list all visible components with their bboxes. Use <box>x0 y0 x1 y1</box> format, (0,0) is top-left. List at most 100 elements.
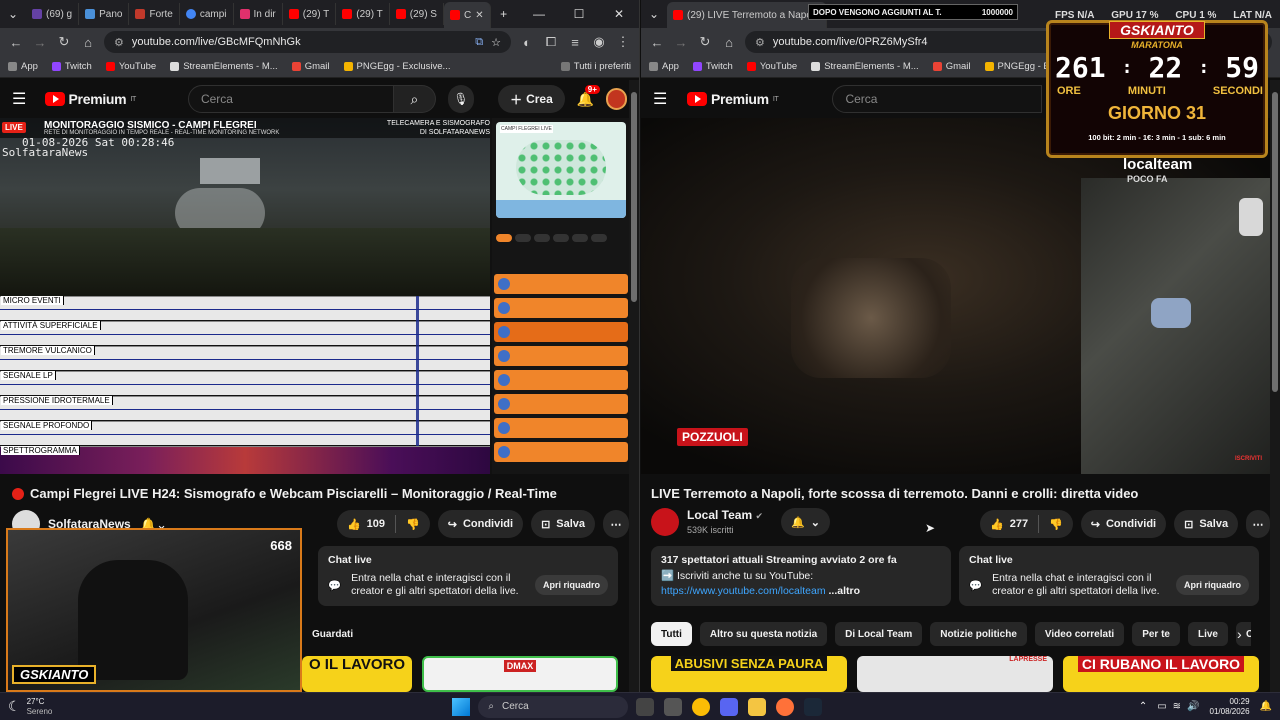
filter-chip[interactable] <box>515 234 531 242</box>
chevron-up-icon[interactable]: ⌃ <box>1139 701 1147 712</box>
new-tab-button[interactable]: + <box>491 0 517 28</box>
tab-6[interactable]: (29) T <box>336 3 390 25</box>
bookmark-twitch[interactable]: Twitch <box>692 61 733 72</box>
thumbs-down-icon[interactable]: 👎 <box>1049 518 1063 531</box>
chrome-icon[interactable] <box>692 697 711 716</box>
bookmark-youtube[interactable]: YouTube <box>105 61 156 72</box>
home-icon[interactable]: ⌂ <box>721 35 737 50</box>
weather-widget[interactable]: 27°C Sereno <box>27 697 53 717</box>
forward-icon[interactable]: → <box>32 35 48 50</box>
search-input[interactable]: Cerca <box>832 85 1043 113</box>
extension-icon[interactable]: ◐ <box>519 35 535 50</box>
bookmark-streamelements[interactable]: StreamElements - M... <box>811 61 919 72</box>
avatar[interactable] <box>606 88 627 110</box>
related-thumbnail[interactable]: CI RUBANO IL LAVORO <box>1063 656 1259 692</box>
chip-politics[interactable]: Notizie politiche <box>930 622 1027 646</box>
file-explorer-icon[interactable] <box>748 697 767 716</box>
clock[interactable]: 00:29 01/08/2026 <box>1210 697 1250 717</box>
video-player[interactable]: POZZUOLI localteam POCO FA ISCRIVITI <box>641 118 1270 474</box>
share-button[interactable]: ↪ Condividi <box>437 510 524 538</box>
reload-icon[interactable]: ↻ <box>56 34 72 50</box>
chip-live[interactable]: Live <box>1187 622 1228 646</box>
site-info-icon[interactable]: ⚙ <box>755 36 765 49</box>
search-button[interactable]: ⌕ <box>393 85 436 113</box>
menu-icon[interactable]: ⋮ <box>615 34 631 50</box>
tab-7[interactable]: (29) S <box>390 3 444 25</box>
scrollbar-thumb[interactable] <box>631 92 637 302</box>
back-icon[interactable]: ← <box>649 35 665 50</box>
subscribed-button[interactable]: 🔔 ⌄ <box>781 508 830 536</box>
tab-5[interactable]: (29) T <box>283 3 337 25</box>
steam-icon[interactable] <box>804 697 823 716</box>
notification-center-icon[interactable]: 🔔 <box>1260 701 1272 712</box>
wifi-icon[interactable]: ≋ <box>1173 701 1181 712</box>
firefox-icon[interactable] <box>776 697 795 716</box>
bookmark-all-favorites[interactable]: Tutti i preferiti <box>560 61 631 72</box>
show-more-link[interactable]: ...altro <box>829 585 861 597</box>
related-thumbnail[interactable]: O IL LAVORO <box>302 656 412 692</box>
voice-search-button[interactable]: 🎙 <box>447 85 475 113</box>
youtube-logo[interactable]: Premium IT <box>687 91 779 107</box>
chip-related[interactable]: Video correlati <box>1034 622 1125 646</box>
reload-icon[interactable]: ↻ <box>697 34 713 50</box>
create-button[interactable]: ＋ Crea <box>498 85 565 113</box>
forward-icon[interactable]: → <box>673 35 689 50</box>
task-view-icon[interactable] <box>636 697 655 716</box>
media-icon[interactable]: ≡ <box>567 35 583 50</box>
tab-3[interactable]: campi <box>180 3 234 25</box>
bookmark-twitch[interactable]: Twitch <box>51 61 92 72</box>
bookmark-gmail[interactable]: Gmail <box>932 61 971 72</box>
bookmark-pngegg[interactable]: PNGEgg - Exclusive... <box>343 61 450 72</box>
thumbs-down-icon[interactable]: 👎 <box>406 518 420 531</box>
page-scrollbar[interactable] <box>1270 80 1280 692</box>
volume-icon[interactable]: 🔊 <box>1187 701 1199 712</box>
close-icon[interactable]: ✕ <box>475 10 483 21</box>
tab-4[interactable]: In dir <box>234 3 283 25</box>
chip-all[interactable]: Tutti <box>651 622 692 646</box>
related-thumbnail[interactable]: DMAX <box>422 656 618 692</box>
bookmark-youtube[interactable]: YouTube <box>746 61 797 72</box>
like-button[interactable]: 👍 109 👎 <box>336 510 430 538</box>
description-card[interactable]: 317 spettatori attuali Streaming avviato… <box>651 546 951 606</box>
tab-2[interactable]: Forte <box>129 3 180 25</box>
youtube-logo[interactable]: Premium IT <box>44 91 136 107</box>
hamburger-menu-icon[interactable]: ☰ <box>12 89 33 109</box>
maximize-button[interactable]: ☐ <box>559 0 599 28</box>
bookmark-app[interactable]: App <box>649 61 679 72</box>
search-input[interactable]: Cerca <box>187 85 394 113</box>
bookmark-star-icon[interactable]: ☆ <box>491 36 501 49</box>
chevron-right-icon[interactable]: › <box>1237 626 1242 642</box>
tab-0[interactable]: (69) g <box>26 3 80 25</box>
tab-1[interactable]: Pano <box>79 3 130 25</box>
chip-channel[interactable]: Di Local Team <box>835 622 923 646</box>
save-button[interactable]: ⊡ Salva <box>531 510 596 538</box>
chip-watched[interactable]: Guardati <box>302 622 363 646</box>
bookmark-gmail[interactable]: Gmail <box>291 61 330 72</box>
tab-8-active[interactable]: C ✕ <box>443 2 491 28</box>
more-actions-button[interactable]: ⋯ <box>1246 510 1270 538</box>
chip-for-you[interactable]: Per te <box>1132 622 1180 646</box>
taskbar-search[interactable]: ⌕ Cerca <box>478 695 629 718</box>
site-info-icon[interactable]: ⚙ <box>114 36 124 49</box>
related-thumbnail[interactable]: ABUSIVI SENZA PAURA <box>651 656 847 692</box>
profile-icon[interactable]: ◉ <box>591 34 607 50</box>
filter-chip[interactable] <box>534 234 550 242</box>
back-icon[interactable]: ← <box>8 35 24 50</box>
like-button[interactable]: 👍 277 👎 <box>980 510 1073 538</box>
tab-search-button[interactable]: ⌄ <box>641 0 667 28</box>
bookmark-streamelements[interactable]: StreamElements - M... <box>170 61 278 72</box>
filter-chip[interactable] <box>572 234 588 242</box>
description-link[interactable]: https://www.youtube.com/localteam <box>661 585 826 597</box>
minimize-button[interactable]: — <box>519 0 559 28</box>
tab-search-button[interactable]: ⌄ <box>0 0 26 28</box>
tab-active[interactable]: (29) LIVE Terremoto a Napoli, fo <box>667 2 827 28</box>
discord-icon[interactable] <box>720 697 739 716</box>
network-icon[interactable]: ▭ <box>1157 701 1166 712</box>
notifications-button[interactable]: 🔔 9+ <box>577 84 600 108</box>
open-chat-button[interactable]: Apri riquadro <box>534 575 608 595</box>
puzzle-icon[interactable]: ⧠ <box>543 34 559 50</box>
page-scrollbar[interactable] <box>629 80 639 692</box>
bookmark-app[interactable]: App <box>8 61 38 72</box>
close-window-button[interactable]: ✕ <box>599 0 639 28</box>
related-thumbnail[interactable]: LAPRESSE <box>857 656 1053 692</box>
